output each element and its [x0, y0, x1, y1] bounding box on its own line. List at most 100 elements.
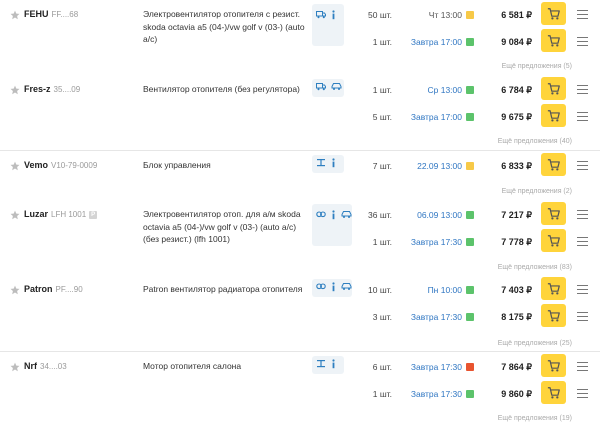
add-to-cart-button[interactable] [541, 77, 566, 100]
favorite-star-icon[interactable] [10, 85, 20, 95]
offer-menu-icon[interactable] [577, 85, 588, 94]
favorite-star-icon[interactable] [10, 362, 20, 372]
brand-name[interactable]: Vemo V10-79-0009 [24, 160, 97, 170]
favorite-star-icon[interactable] [10, 210, 20, 220]
offer-menu-icon[interactable] [577, 10, 588, 19]
brand-name[interactable]: Patron PF....90 [24, 284, 83, 294]
product-description[interactable]: Электровентилятор отопителя с резист. sk… [143, 8, 313, 46]
add-to-cart-button[interactable] [541, 277, 566, 300]
delivery-date[interactable]: Пн 10:00 [398, 285, 462, 295]
more-offers-link[interactable]: Ещё предложения (5) [502, 63, 572, 70]
car-icon[interactable] [331, 82, 342, 91]
add-to-cart-button[interactable] [541, 229, 566, 252]
more-offers-link[interactable]: Ещё предложения (83) [498, 264, 572, 271]
delivery-date[interactable]: Завтра 17:00 [398, 37, 462, 47]
offer-quantity: 1 шт. [372, 37, 392, 47]
brand-label[interactable]: Fres-z [24, 84, 51, 94]
scale-icon[interactable] [316, 359, 326, 368]
photo-badge-icon[interactable]: P [89, 211, 98, 219]
brand-name[interactable]: Luzar LFH 1001 P [24, 209, 98, 219]
offer-price: 6 581 ₽ [501, 10, 532, 20]
truck-icon[interactable] [316, 10, 326, 19]
stock-indicator [466, 238, 474, 246]
brand-label[interactable]: Patron [24, 284, 53, 294]
stock-indicator [466, 211, 474, 219]
delivery-date[interactable]: 06.09 13:00 [398, 210, 462, 220]
add-to-cart-button[interactable] [541, 104, 566, 127]
article-number: LFH 1001 [51, 210, 87, 219]
delivery-date[interactable]: 22.09 13:00 [398, 161, 462, 171]
more-offers-link[interactable]: Ещё предложения (19) [498, 415, 572, 422]
info-icon[interactable] [331, 158, 336, 168]
favorite-star-icon[interactable] [10, 161, 20, 171]
info-icon[interactable] [331, 210, 336, 220]
delivery-date[interactable]: Завтра 17:30 [398, 312, 462, 322]
offer-menu-icon[interactable] [577, 161, 588, 170]
offer-menu-icon[interactable] [577, 112, 588, 121]
offer-menu-icon[interactable] [577, 312, 588, 321]
product-group: FEHU FF....68 Электровентилятор отопителя … [0, 0, 600, 75]
offer-menu-icon[interactable] [577, 37, 588, 46]
delivery-date[interactable]: Завтра 17:30 [398, 362, 462, 372]
offer-price: 7 403 ₽ [501, 285, 532, 295]
favorite-star-icon[interactable] [10, 285, 20, 295]
cart-icon [547, 82, 560, 95]
offer-price: 9 675 ₽ [501, 112, 532, 122]
offer-menu-icon[interactable] [577, 362, 588, 371]
offer-menu-icon[interactable] [577, 237, 588, 246]
add-to-cart-button[interactable] [541, 354, 566, 377]
delivery-date[interactable]: Ср 13:00 [398, 85, 463, 95]
product-description[interactable]: Patron вентилятор радиатора отопителя [143, 283, 313, 296]
info-icon[interactable] [331, 359, 336, 369]
stock-indicator [466, 313, 474, 321]
stock-indicator [466, 38, 474, 46]
offer-menu-icon[interactable] [577, 389, 588, 398]
favorite-star-icon[interactable] [10, 10, 20, 20]
offer-price: 9 084 ₽ [501, 37, 532, 47]
cart-icon [547, 207, 560, 220]
product-info-icons [312, 155, 344, 173]
more-offers-link[interactable]: Ещё предложения (2) [502, 188, 572, 195]
link-icon[interactable] [316, 210, 326, 219]
brand-name[interactable]: Fres-z 35....09 [24, 84, 80, 94]
brand-label[interactable]: Luzar [24, 209, 48, 219]
brand-name[interactable]: Nrf 34....03 [24, 361, 67, 371]
delivery-date[interactable]: Завтра 17:30 [398, 389, 462, 399]
product-info-icons [312, 279, 352, 297]
add-to-cart-button[interactable] [541, 2, 566, 25]
article-number: FF....68 [51, 10, 79, 19]
add-to-cart-button[interactable] [541, 202, 566, 225]
offer-menu-icon[interactable] [577, 210, 588, 219]
product-description[interactable]: Вентилятор отопителя (без регулятора) [143, 83, 313, 96]
info-icon[interactable] [331, 282, 336, 292]
offer-quantity: 50 шт. [368, 10, 392, 20]
product-description[interactable]: Блок управления [143, 159, 313, 172]
stock-indicator [466, 11, 474, 19]
product-group: Vemo V10-79-0009 Блок управления 7 шт. 22.09… [0, 150, 600, 200]
truck-icon[interactable] [316, 82, 326, 91]
offer-menu-icon[interactable] [577, 285, 588, 294]
offer-quantity: 7 шт. [372, 161, 392, 171]
info-icon[interactable] [331, 10, 336, 20]
link-icon[interactable] [316, 282, 326, 291]
add-to-cart-button[interactable] [541, 29, 566, 52]
brand-label[interactable]: Vemo [24, 160, 48, 170]
offer-price: 6 833 ₽ [501, 161, 532, 171]
add-to-cart-button[interactable] [541, 381, 566, 404]
product-description[interactable]: Мотор отопителя салона [143, 360, 313, 373]
more-offers-link[interactable]: Ещё предложения (25) [498, 340, 572, 347]
cart-icon [547, 386, 560, 399]
offer-quantity: 1 шт. [372, 389, 392, 399]
delivery-date[interactable]: Чт 13:00 [398, 10, 462, 20]
delivery-date[interactable]: Завтра 17:30 [398, 237, 462, 247]
more-offers-link[interactable]: Ещё предложения (40) [498, 138, 572, 145]
offer-price: 8 175 ₽ [501, 312, 532, 322]
product-description[interactable]: Электровентилятор отоп. для а/м skoda oc… [143, 208, 313, 246]
brand-label[interactable]: Nrf [24, 361, 37, 371]
brand-label[interactable]: FEHU [24, 9, 49, 19]
brand-name[interactable]: FEHU FF....68 [24, 9, 78, 19]
scale-icon[interactable] [316, 158, 326, 167]
delivery-date[interactable]: Завтра 17:00 [398, 112, 462, 122]
add-to-cart-button[interactable] [541, 304, 566, 327]
add-to-cart-button[interactable] [541, 153, 566, 176]
